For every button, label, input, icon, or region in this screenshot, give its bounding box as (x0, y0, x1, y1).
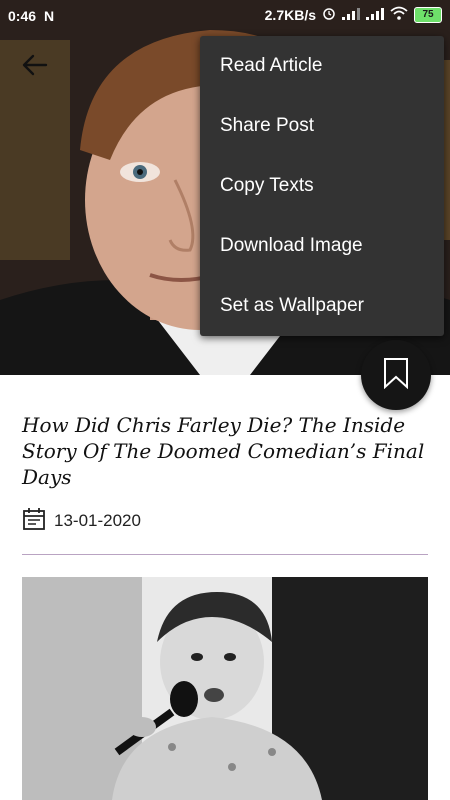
net-speed: 2.7KB/s (264, 6, 316, 23)
bookmark-icon (383, 357, 409, 394)
divider (22, 554, 428, 555)
menu-item-copy-texts[interactable]: Copy Texts (200, 156, 444, 216)
back-arrow-icon (22, 54, 48, 81)
article-date-row: 13-01-2020 (22, 507, 141, 536)
article-image (22, 577, 428, 800)
status-bar: 0:46 N 2.7KB/s 75 (0, 0, 450, 32)
back-button[interactable] (20, 52, 50, 82)
menu-item-download-image[interactable]: Download Image (200, 216, 444, 276)
wifi-icon (390, 6, 408, 23)
status-indicators: 2.7KB/s 75 (265, 6, 442, 23)
article-title: How Did Chris Farley Die? The Inside Sto… (22, 413, 425, 489)
alarm-icon (322, 6, 336, 23)
battery-icon: 75 (414, 6, 442, 23)
signal-icon (342, 7, 360, 23)
menu-item-read-article[interactable]: Read Article (200, 36, 444, 96)
bookmark-button[interactable] (361, 340, 431, 410)
article-date: 13-01-2020 (54, 511, 141, 530)
menu-item-share-post[interactable]: Share Post (200, 96, 444, 156)
status-time: 0:46 (8, 8, 37, 24)
menu-item-set-as-wallpaper[interactable]: Set as Wallpaper (200, 276, 444, 336)
overflow-menu: Read Article Share Post Copy Texts Downl… (200, 36, 444, 336)
notification-icon: N (44, 8, 55, 24)
signal-icon-2 (366, 7, 384, 23)
calendar-icon (22, 507, 46, 536)
